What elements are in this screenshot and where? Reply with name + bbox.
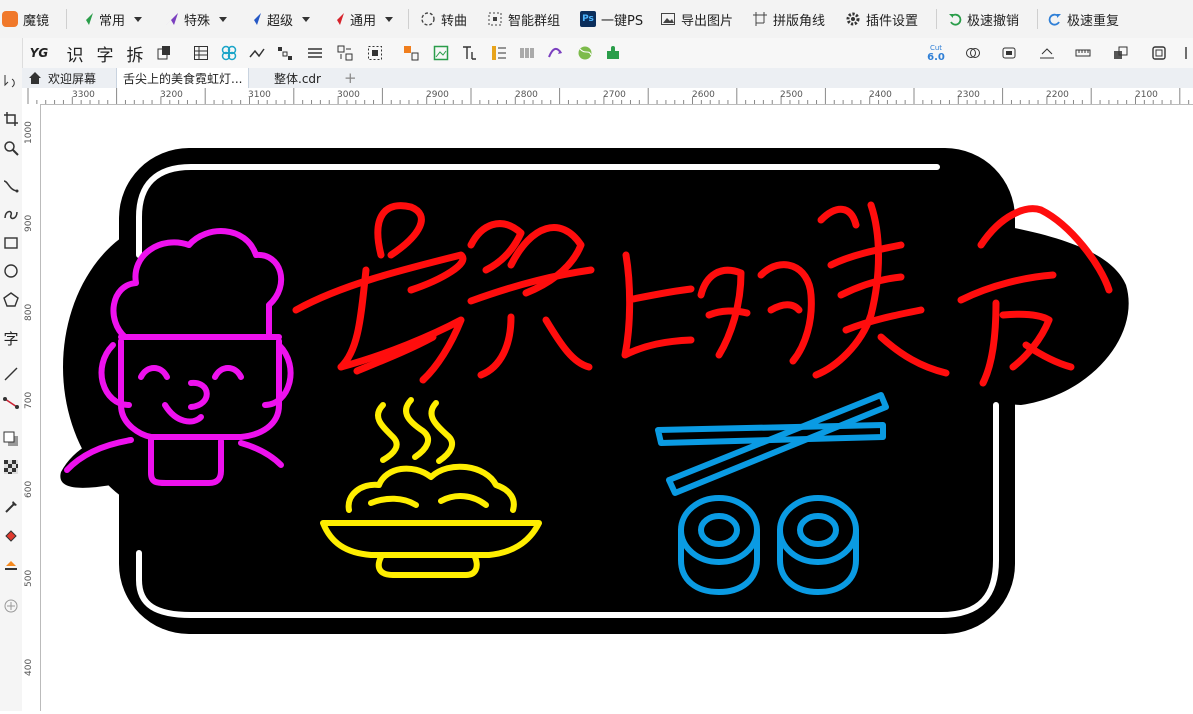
lines-icon[interactable] xyxy=(306,44,324,62)
measure-icon[interactable] xyxy=(1038,44,1056,62)
ellipse-tool-icon[interactable] xyxy=(0,260,22,282)
add-tool-icon[interactable] xyxy=(0,595,22,617)
undo-icon xyxy=(949,13,962,26)
mojing-button[interactable]: 魔镜 xyxy=(2,8,49,30)
image-frame-icon[interactable] xyxy=(432,44,450,62)
smart-fill-icon[interactable] xyxy=(0,553,22,575)
one-key-ps-button[interactable]: Ps 一键PS xyxy=(580,8,643,30)
photoshop-icon: Ps xyxy=(580,11,596,27)
plugin-toolbar: 魔镜 常用 特殊 超级 通用 转曲 智能群组 Ps 一键PS 导出图片 拼版角线… xyxy=(0,0,1193,39)
artistic-media-icon[interactable] xyxy=(0,203,22,225)
text-tool-icon[interactable]: 字 xyxy=(0,327,22,349)
curve-icon xyxy=(421,12,435,26)
tab-welcome[interactable]: 欢迎屏幕 xyxy=(22,68,102,88)
crop-marks-icon xyxy=(753,12,767,26)
general-menu-button[interactable]: 通用 xyxy=(331,8,394,30)
vertical-ruler[interactable]: 1000 900 800 700 600 500 400 xyxy=(22,104,41,711)
horizontal-ruler[interactable]: 3300 3200 3100 3000 2900 2800 2700 2600 … xyxy=(22,88,1193,105)
transparency-icon[interactable] xyxy=(0,456,22,478)
color-list-icon[interactable] xyxy=(490,44,508,62)
interactive-fill-icon[interactable] xyxy=(0,525,22,547)
rectangle-tool-icon[interactable] xyxy=(0,232,22,254)
mojing-icon xyxy=(2,11,18,27)
export-image-button[interactable]: 导出图片 xyxy=(660,8,733,30)
property-toolbar: YG 识 字 拆 Cut 6.0 xyxy=(0,38,1193,69)
layer-order-icon[interactable] xyxy=(1112,44,1130,62)
drawing-canvas[interactable] xyxy=(41,105,1193,711)
connector-tool-icon[interactable] xyxy=(0,392,22,414)
image-icon xyxy=(661,13,675,25)
center-select-icon[interactable] xyxy=(366,44,384,62)
weld-icon[interactable] xyxy=(964,44,982,62)
frame-icon[interactable] xyxy=(1150,44,1168,62)
ruler-icon[interactable] xyxy=(1074,44,1092,62)
split-button[interactable]: 拆 xyxy=(126,44,144,66)
text-tool-button[interactable]: 字 xyxy=(96,44,114,66)
imposition-marks-button[interactable]: 拼版角线 xyxy=(752,8,825,30)
crop-tool-icon[interactable] xyxy=(0,108,22,130)
sign-board xyxy=(60,148,1129,634)
arrow-cursor-blue-icon xyxy=(249,13,261,25)
arrow-cursor-green-icon xyxy=(81,13,93,25)
recognize-text-button[interactable]: 识 xyxy=(66,44,84,66)
gear-icon xyxy=(846,12,860,26)
transform-icon[interactable] xyxy=(546,44,564,62)
tab-whole-cdr[interactable]: 整体.cdr xyxy=(268,68,327,88)
zoom-tool-icon[interactable] xyxy=(0,137,22,159)
polygon-tool-icon[interactable] xyxy=(0,289,22,311)
document-tabbar: 欢迎屏幕 舌尖上的美食霓虹灯... 整体.cdr + xyxy=(22,68,1193,89)
freehand-pick-icon[interactable] xyxy=(0,70,22,92)
freehand-tool-icon[interactable] xyxy=(0,175,22,197)
fast-redo-button[interactable]: 极速重复 xyxy=(1048,8,1119,30)
add-tab-button[interactable]: + xyxy=(338,68,363,88)
arrange-icon[interactable] xyxy=(336,44,354,62)
super-menu-button[interactable]: 超级 xyxy=(248,8,311,30)
text-baseline-icon[interactable] xyxy=(460,44,478,62)
common-menu-button[interactable]: 常用 xyxy=(80,8,143,30)
drop-shadow-icon[interactable] xyxy=(0,428,22,450)
tab-neon-sign[interactable]: 舌尖上的美食霓虹灯... xyxy=(116,68,250,88)
barcode-icon[interactable] xyxy=(518,44,536,62)
table-icon[interactable] xyxy=(192,44,210,62)
smart-group-button[interactable]: 智能群组 xyxy=(487,8,560,30)
parallel-dimension-icon[interactable] xyxy=(0,363,22,385)
arrow-cursor-purple-icon xyxy=(166,13,178,25)
group-icon xyxy=(488,12,502,26)
redo-icon xyxy=(1048,13,1061,26)
bracket-icon[interactable] xyxy=(1180,44,1193,62)
contour-icon[interactable] xyxy=(1000,44,1018,62)
pattern-icon[interactable] xyxy=(220,44,238,62)
eyedropper-icon[interactable] xyxy=(0,496,22,518)
node-tool-icon[interactable] xyxy=(248,44,266,62)
home-icon xyxy=(29,72,41,84)
special-menu-button[interactable]: 特殊 xyxy=(165,8,228,30)
arrow-cursor-red-icon xyxy=(332,13,344,25)
distribute-icon[interactable] xyxy=(276,44,294,62)
yg-logo-icon[interactable]: YG xyxy=(30,44,49,62)
puzzle-icon[interactable] xyxy=(604,44,622,62)
align-objects-icon[interactable] xyxy=(402,44,420,62)
plugin-settings-button[interactable]: 插件设置 xyxy=(845,8,918,30)
sphere-icon[interactable] xyxy=(576,44,594,62)
convert-to-curve-button[interactable]: 转曲 xyxy=(420,8,467,30)
cut-plugin-badge[interactable]: Cut 6.0 xyxy=(926,43,946,63)
copy-icon[interactable] xyxy=(155,44,173,62)
fast-undo-button[interactable]: 极速撤销 xyxy=(948,8,1019,30)
neon-sign-artwork[interactable] xyxy=(41,105,1193,711)
toolbox: 字 xyxy=(0,38,23,711)
